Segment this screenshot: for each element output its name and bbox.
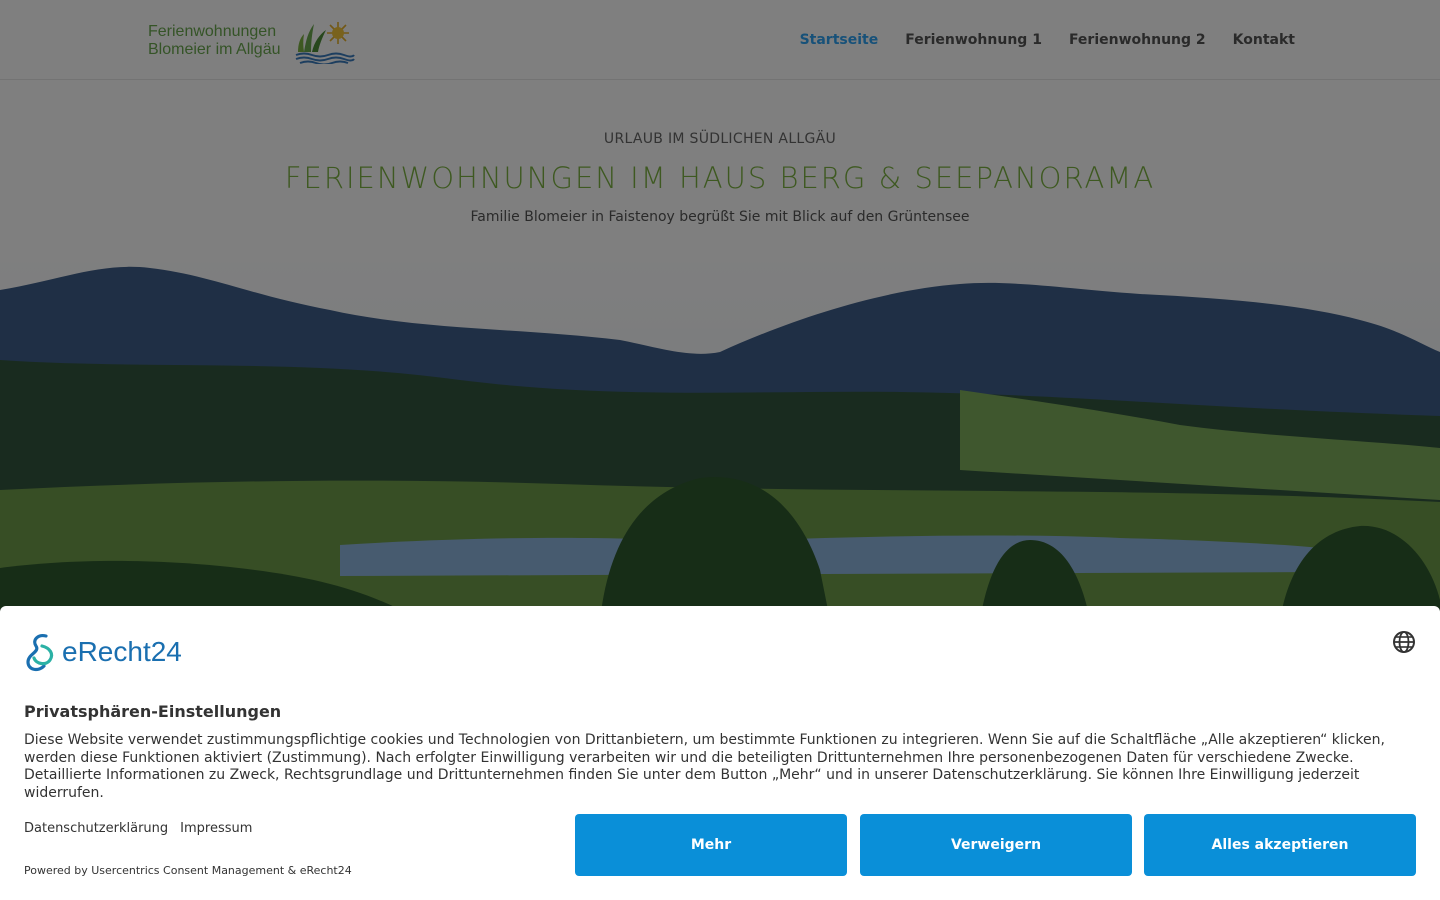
brand-name: eRecht24 xyxy=(62,636,182,667)
erecht24-symbol-icon xyxy=(26,634,54,672)
globe-icon[interactable] xyxy=(1392,630,1416,654)
consent-title: Privatsphären-Einstellungen xyxy=(24,702,282,721)
more-button[interactable]: Mehr xyxy=(575,814,847,876)
consent-links: Datenschutzerklärung Impressum xyxy=(24,821,252,836)
privacy-policy-link[interactable]: Datenschutzerklärung xyxy=(24,821,168,836)
consent-description: Diese Website verwendet zustimmungspflic… xyxy=(24,732,1385,801)
deny-button[interactable]: Verweigern xyxy=(860,814,1132,876)
cookie-consent-banner: eRecht24 Privatsphären-Einstellungen Die… xyxy=(0,606,1440,900)
erecht24-logo: eRecht24 xyxy=(24,630,182,674)
imprint-link[interactable]: Impressum xyxy=(180,821,252,836)
accept-all-button[interactable]: Alles akzeptieren xyxy=(1144,814,1416,876)
powered-by-text: Powered by Usercentrics Consent Manageme… xyxy=(24,864,352,877)
